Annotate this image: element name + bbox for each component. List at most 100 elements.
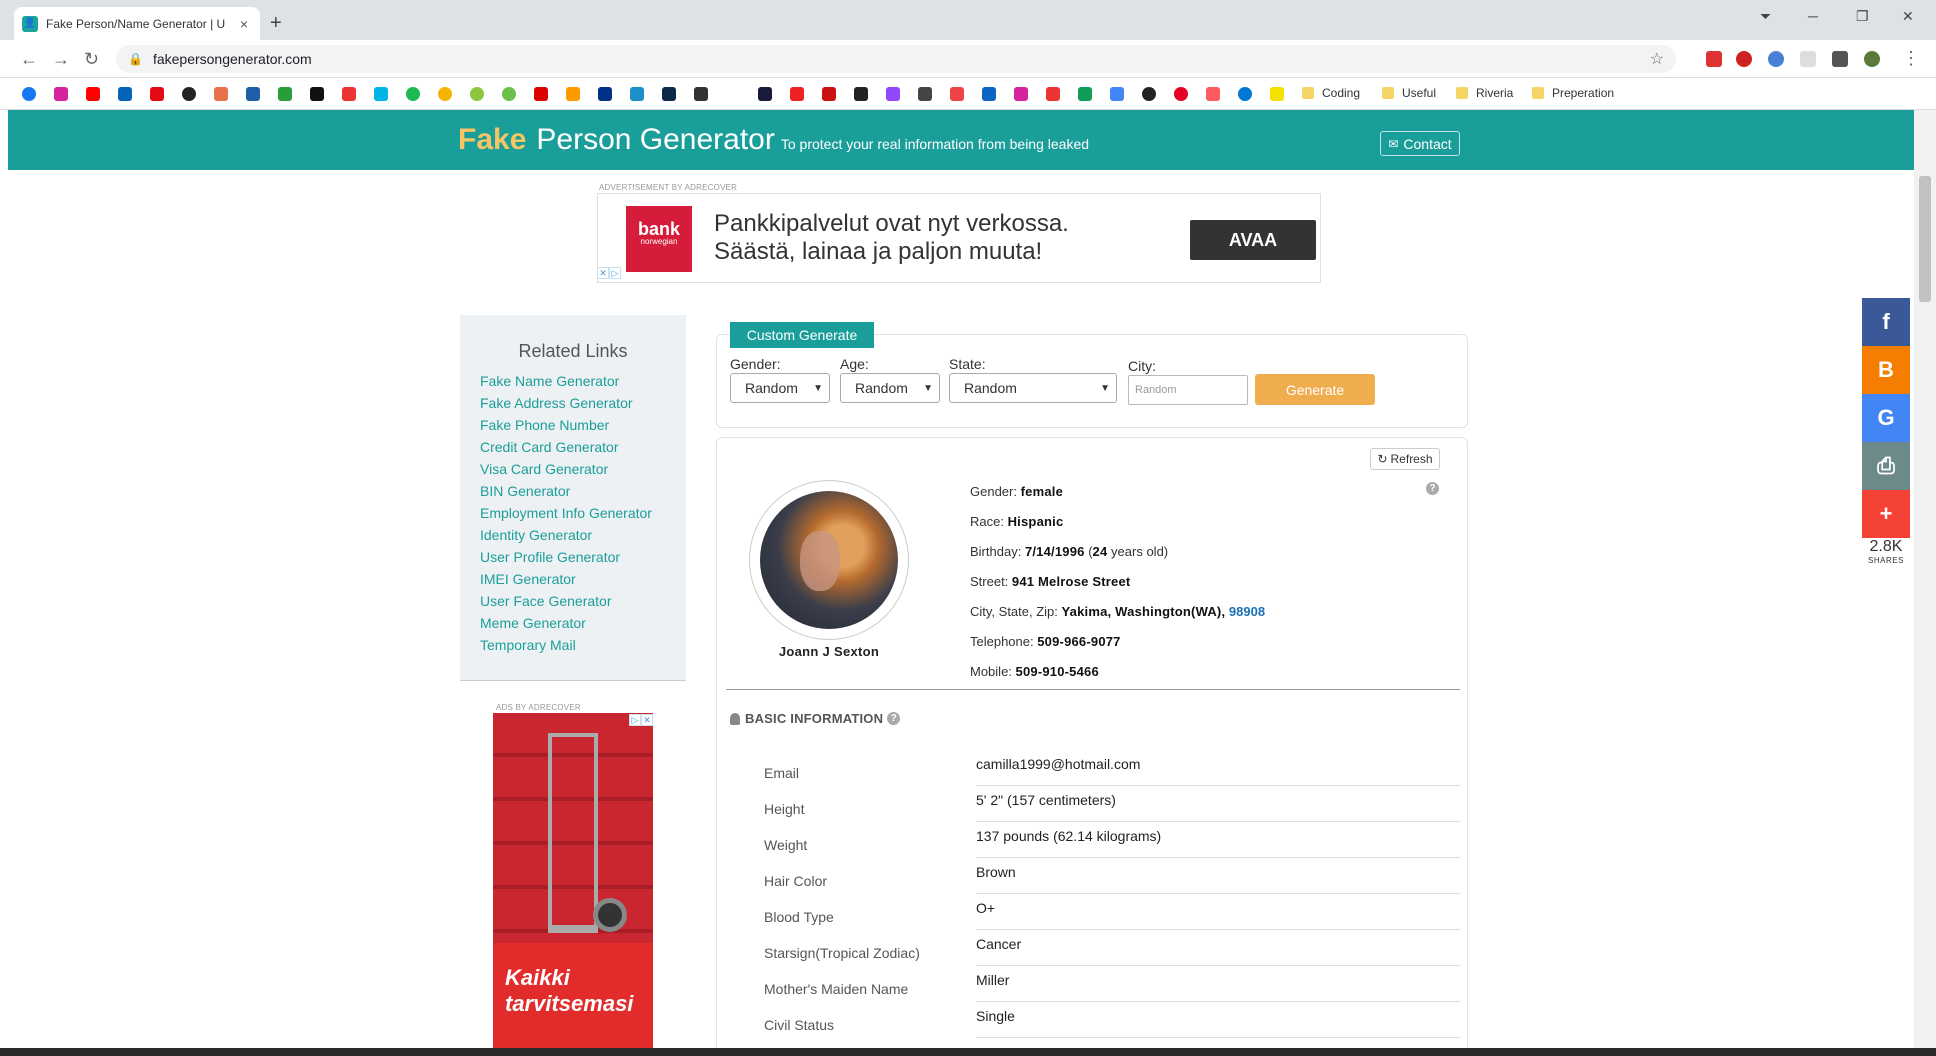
related-link[interactable]: Temporary Mail: [480, 634, 686, 656]
bookmark-icon[interactable]: [1238, 87, 1252, 101]
site-logo[interactable]: Fake Person Generator To protect your real…: [458, 123, 1089, 157]
bookmark-icon[interactable]: [246, 87, 260, 101]
related-link[interactable]: Employment Info Generator: [480, 502, 686, 524]
bookmark-icon[interactable]: [438, 87, 452, 101]
refresh-button[interactable]: ↻ Refresh: [1370, 448, 1440, 470]
bookmark-icon[interactable]: [1078, 87, 1092, 101]
facebook-bookmark-icon[interactable]: [22, 87, 36, 101]
help-icon[interactable]: ?: [1426, 482, 1439, 495]
bookmark-folder-preperation[interactable]: Preperation: [1532, 86, 1614, 100]
bookmark-icon[interactable]: [1046, 87, 1060, 101]
generate-button[interactable]: Generate: [1255, 374, 1375, 405]
related-link[interactable]: Credit Card Generator: [480, 436, 686, 458]
zip-link[interactable]: 98908: [1229, 604, 1265, 619]
playstation-bookmark-icon[interactable]: [694, 87, 708, 101]
custom-generate-tab[interactable]: Custom Generate: [730, 322, 874, 348]
bookmark-icon[interactable]: [854, 87, 868, 101]
paypal-bookmark-icon[interactable]: [598, 87, 612, 101]
scrollbar[interactable]: [1914, 110, 1936, 1048]
netflix-bookmark-icon[interactable]: [150, 87, 164, 101]
adblock-icon[interactable]: [1736, 51, 1752, 67]
instagram-bookmark-icon[interactable]: [54, 87, 68, 101]
related-link[interactable]: Meme Generator: [480, 612, 686, 634]
side-advertisement[interactable]: Kaikki tarvitsemasi: [493, 713, 653, 1048]
bookmark-star-icon[interactable]: ☆: [1650, 49, 1664, 69]
profile-dropdown-icon[interactable]: ⏷: [1760, 8, 1771, 25]
browser-tab[interactable]: 👤 Fake Person/Name Generator | U ×: [14, 7, 260, 40]
bookmark-folder-coding[interactable]: Coding: [1302, 86, 1360, 100]
scrollbar-thumb[interactable]: [1919, 176, 1931, 302]
linkedin-bookmark-icon[interactable]: [982, 87, 996, 101]
more-share-button[interactable]: +: [1862, 490, 1910, 538]
spotify-bookmark-icon[interactable]: [406, 87, 420, 101]
bookmark-icon[interactable]: [1270, 87, 1284, 101]
related-link[interactable]: User Face Generator: [480, 590, 686, 612]
puzzle-icon[interactable]: [1832, 51, 1848, 67]
tab-close-icon[interactable]: ×: [236, 16, 252, 32]
youtube-bookmark-icon[interactable]: [86, 87, 100, 101]
bookmark-icon[interactable]: [214, 87, 228, 101]
ad-cta-button[interactable]: AVAA: [1190, 220, 1316, 260]
print-share-button[interactable]: ⎙: [1862, 442, 1910, 490]
bookmark-icon[interactable]: [758, 87, 772, 101]
city-input[interactable]: Random: [1128, 375, 1248, 405]
outlook-bookmark-icon[interactable]: [118, 87, 132, 101]
related-link[interactable]: IMEI Generator: [480, 568, 686, 590]
pinterest-bookmark-icon[interactable]: [1174, 87, 1188, 101]
bookmark-folder-riveria[interactable]: Riveria: [1456, 86, 1513, 100]
minimize-icon[interactable]: ─: [1808, 8, 1818, 24]
ad-info-icon[interactable]: ▷: [629, 714, 641, 726]
github-bookmark-icon[interactable]: [182, 87, 196, 101]
related-link[interactable]: Fake Address Generator: [480, 392, 686, 414]
bookmark-icon[interactable]: [534, 87, 548, 101]
bookmark-icon[interactable]: [278, 87, 292, 101]
ad-close-icon[interactable]: ✕: [641, 714, 653, 726]
related-link[interactable]: BIN Generator: [480, 480, 686, 502]
related-link[interactable]: Visa Card Generator: [480, 458, 686, 480]
google-share-button[interactable]: G: [1862, 394, 1910, 442]
twitch-bookmark-icon[interactable]: [886, 87, 900, 101]
reload-icon[interactable]: ↻: [84, 49, 99, 70]
back-icon[interactable]: ←: [20, 49, 38, 70]
extension-icon[interactable]: [1768, 51, 1784, 67]
related-link[interactable]: User Profile Generator: [480, 546, 686, 568]
bookmark-icon[interactable]: [310, 87, 324, 101]
contact-button[interactable]: ✉ Contact: [1380, 131, 1460, 156]
related-link[interactable]: Fake Name Generator: [480, 370, 686, 392]
url-input[interactable]: 🔒 fakepersongenerator.com ☆: [116, 45, 1676, 73]
ad-close-icon[interactable]: ✕: [597, 267, 609, 279]
extension-icon[interactable]: [1706, 51, 1722, 67]
bookmark-icon[interactable]: [502, 87, 516, 101]
bookmark-icon[interactable]: [950, 87, 964, 101]
airbnb-bookmark-icon[interactable]: [1206, 87, 1220, 101]
blogger-share-button[interactable]: B: [1862, 346, 1910, 394]
gender-select[interactable]: Random ▼: [730, 373, 830, 403]
state-select[interactable]: Random ▼: [949, 373, 1117, 403]
menu-icon[interactable]: ⋮: [1902, 48, 1920, 69]
bookmark-icon[interactable]: [1014, 87, 1028, 101]
related-link[interactable]: Fake Phone Number: [480, 414, 686, 436]
yle-bookmark-icon[interactable]: [374, 87, 388, 101]
bookmark-icon[interactable]: [662, 87, 676, 101]
new-tab-button[interactable]: +: [270, 12, 282, 35]
bookmark-icon[interactable]: [790, 87, 804, 101]
extension-icon[interactable]: [1800, 51, 1816, 67]
forward-icon[interactable]: →: [52, 49, 70, 70]
bookmark-icon[interactable]: [342, 87, 356, 101]
bookmark-icon[interactable]: [470, 87, 484, 101]
bookmark-icon[interactable]: [566, 87, 580, 101]
bookmark-icon[interactable]: [918, 87, 932, 101]
age-select[interactable]: Random ▼: [840, 373, 940, 403]
help-icon[interactable]: ?: [887, 712, 901, 725]
bookmark-folder-useful[interactable]: Useful: [1382, 86, 1436, 100]
close-window-icon[interactable]: ✕: [1902, 8, 1914, 25]
bookmark-icon[interactable]: [822, 87, 836, 101]
bookmark-icon[interactable]: [630, 87, 644, 101]
related-link[interactable]: Identity Generator: [480, 524, 686, 546]
docs-bookmark-icon[interactable]: [1110, 87, 1124, 101]
facebook-share-button[interactable]: f: [1862, 298, 1910, 346]
bookmark-icon[interactable]: [1142, 87, 1156, 101]
restore-icon[interactable]: ❐: [1856, 8, 1869, 25]
ad-info-icon[interactable]: ▷: [609, 267, 621, 279]
top-advertisement[interactable]: bank norwegian Pankkipalvelut ovat nyt v…: [597, 193, 1321, 283]
